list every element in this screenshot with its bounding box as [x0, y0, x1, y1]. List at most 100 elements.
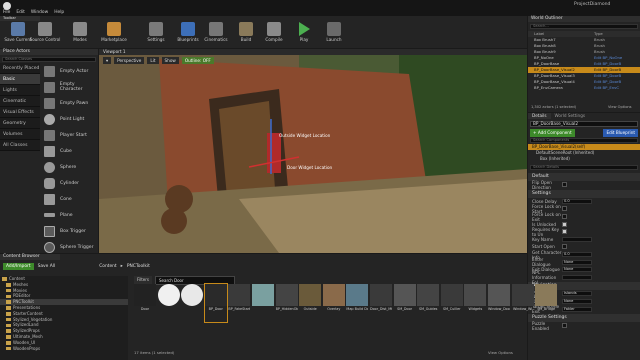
asset-tile[interactable]: Window_Wi — [511, 284, 534, 322]
property-value-field[interactable]: Islands — [562, 291, 592, 297]
property-checkbox[interactable] — [562, 323, 567, 329]
source-control-button[interactable]: Source Control — [27, 20, 63, 48]
property-value-field[interactable]: Fakler — [562, 306, 592, 312]
save-all-button[interactable]: Save All — [38, 264, 56, 269]
category-cinematic[interactable]: Cinematic — [0, 96, 40, 107]
outliner-row-label: BP_EnvCamera — [534, 85, 563, 90]
path-content[interactable]: Content — [99, 264, 116, 269]
actor-player-start[interactable]: Player Start — [40, 127, 98, 143]
asset-tile[interactable]: BP_HiddenObjects — [275, 284, 298, 322]
property-value-field[interactable]: None — [562, 259, 592, 265]
settings-button[interactable]: Settings — [138, 20, 174, 48]
asset-tile[interactable]: Map Build Data Registry — [346, 284, 369, 322]
category-visual-effects[interactable]: Visual Effects — [0, 107, 40, 118]
asset-tile[interactable]: Overlay — [322, 284, 345, 322]
folder-item[interactable]: WoodenProps — [0, 346, 128, 352]
property-value-field[interactable]: None — [562, 299, 592, 305]
actor-plane[interactable]: Plane — [40, 207, 98, 223]
asset-tile[interactable] — [157, 284, 180, 322]
content-view-options[interactable]: View Options — [488, 350, 513, 355]
asset-tile[interactable]: SM_Guides — [417, 284, 440, 322]
property-checkbox[interactable] — [562, 244, 567, 250]
property-value-field[interactable]: None — [562, 267, 592, 273]
search-classes-input[interactable]: Search Classes — [2, 57, 96, 62]
asset-thumbnail — [511, 284, 534, 306]
path-pnctoolkit[interactable]: PNCToolkit — [127, 264, 150, 269]
folder-icon — [6, 288, 11, 293]
menu-edit[interactable]: Edit — [16, 10, 25, 15]
menu-window[interactable]: Window — [31, 10, 48, 15]
property-value-field[interactable] — [562, 236, 592, 242]
asset-tile[interactable]: BP_FakeStarts — [228, 284, 251, 322]
asset-tile[interactable] — [252, 284, 274, 322]
add-import-button[interactable]: Add/Import — [3, 263, 34, 270]
level-viewport[interactable]: Viewport 1 ▾ Perspective Lit Show Outlin… — [99, 49, 527, 253]
asset-tile[interactable]: Door — [134, 284, 156, 322]
asset-tile[interactable]: BP_Door — [203, 283, 228, 323]
category-volumes[interactable]: Volumes — [0, 129, 40, 140]
details-section-header[interactable]: Settings — [528, 189, 640, 198]
player-start-icon — [44, 129, 55, 141]
actor-box-trigger[interactable]: Box Trigger — [40, 223, 98, 239]
category-all-classes[interactable]: All Classes — [0, 140, 40, 151]
marketplace-button[interactable]: Marketplace — [96, 20, 132, 48]
asset-tile[interactable]: Outside — [299, 284, 322, 322]
actor-name-field[interactable]: BP_DoorBase_Visual2 — [530, 121, 638, 127]
details-panel: Details World Settings BP_DoorBase_Visua… — [528, 113, 640, 360]
asset-label: Door — [140, 307, 150, 311]
component-box[interactable]: Box (Inherited) — [528, 156, 640, 162]
outliner-search-input[interactable]: Search... — [530, 24, 638, 29]
asset-tile[interactable]: SM_Door — [393, 284, 416, 322]
property-checkbox[interactable] — [562, 221, 567, 227]
show-button[interactable]: Show — [161, 57, 179, 64]
viewport-options-button[interactable]: ▾ — [103, 57, 112, 64]
asset-tile[interactable]: SM_Cuiller — [440, 284, 463, 322]
property-value-field[interactable]: 0.0 — [562, 252, 592, 258]
category-basic[interactable]: Basic — [0, 74, 40, 85]
asset-label: SM_Door — [397, 307, 413, 311]
actor-sphere[interactable]: Sphere — [40, 159, 98, 175]
actor-point-light[interactable]: Point Light — [40, 111, 98, 127]
add-component-button[interactable]: + Add Component — [530, 129, 575, 137]
cube-icon — [44, 145, 55, 157]
category-lights[interactable]: Lights — [0, 85, 40, 96]
asset-thumbnail — [181, 284, 204, 306]
asset-tile[interactable]: Door_Dist_Mtl — [370, 284, 392, 322]
outline-toggle[interactable]: Outline: OFF — [181, 57, 214, 64]
asset-tile[interactable] — [181, 284, 204, 322]
actor-empty-pawn[interactable]: Empty Pawn — [40, 95, 98, 111]
viewport-tab[interactable]: Viewport 1 — [99, 49, 527, 55]
launch-button[interactable]: Launch — [316, 20, 352, 48]
tab-details[interactable]: Details — [528, 113, 551, 119]
category-geometry[interactable]: Geometry — [0, 118, 40, 129]
asset-tile[interactable]: Widgets — [464, 284, 487, 322]
menu-file[interactable]: File — [3, 10, 10, 15]
category-recently-placed[interactable]: Recently Placed — [0, 63, 40, 74]
search-details-input[interactable]: Search Details — [530, 165, 638, 170]
actor-empty-character[interactable]: Empty Character — [40, 79, 98, 95]
edit-blueprint-button[interactable]: Edit Blueprint — [603, 129, 638, 137]
outliner-row[interactable]: BP_EnvCamera Edit BP_EnvC — [528, 85, 640, 91]
property-checkbox[interactable] — [562, 206, 567, 212]
folder-icon — [6, 335, 11, 339]
property-value-field[interactable] — [562, 274, 592, 280]
menu-help[interactable]: Help — [54, 10, 64, 15]
property-checkbox[interactable] — [562, 214, 567, 220]
property-checkbox[interactable] — [562, 182, 567, 188]
search-components-input[interactable]: Search Components — [530, 138, 638, 143]
outliner-view-options[interactable]: View Options — [608, 105, 632, 109]
actor-sphere-trigger[interactable]: Sphere Trigger — [40, 239, 98, 255]
launch-icon — [327, 22, 341, 36]
actor-cone[interactable]: Cone — [40, 191, 98, 207]
lit-button[interactable]: Lit — [147, 57, 159, 64]
asset-tile[interactable]: SM_Bridge — [535, 284, 558, 322]
property-value-field[interactable]: 0.0 — [562, 198, 592, 204]
property-checkbox[interactable] — [562, 229, 567, 235]
modes-button[interactable]: Modes — [62, 20, 98, 48]
actor-cylinder[interactable]: Cylinder — [40, 175, 98, 191]
actor-empty-actor[interactable]: Empty Actor — [40, 63, 98, 79]
asset-tile[interactable]: Window_Door — [488, 284, 510, 322]
actor-cube[interactable]: Cube — [40, 143, 98, 159]
perspective-button[interactable]: Perspective — [114, 57, 145, 64]
tab-world-settings[interactable]: World Settings — [551, 113, 590, 119]
